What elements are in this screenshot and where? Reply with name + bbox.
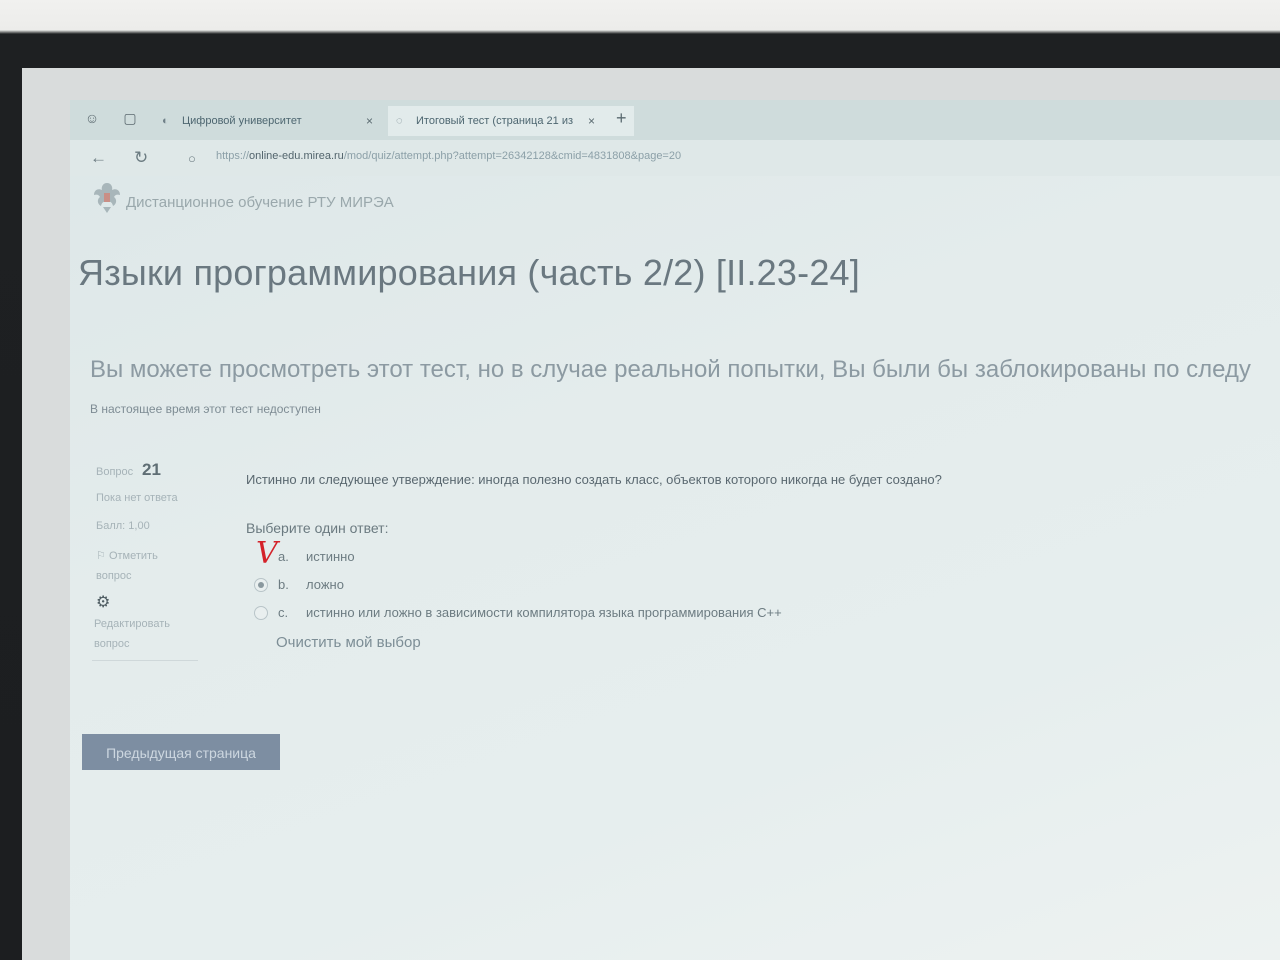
url-host: online-edu.mirea.ru	[249, 150, 344, 162]
close-tab-icon[interactable]: ×	[366, 106, 373, 136]
tab-favicon-icon: ◌	[396, 115, 403, 127]
previous-page-button[interactable]: Предыдущая страница	[82, 734, 280, 770]
option-letter: a.	[278, 549, 289, 564]
reload-icon[interactable]: ↻	[134, 148, 148, 168]
course-title: Языки программирования (часть 2/2) [II.2…	[78, 252, 860, 293]
question-number: 21	[142, 460, 161, 479]
site-name[interactable]: Дистанционное обучение РТУ МИРЭА	[126, 194, 394, 211]
site-info-icon[interactable]: ○	[188, 151, 196, 166]
answer-prompt: Выберите один ответ:	[246, 520, 389, 536]
divider	[92, 660, 198, 661]
tab-favicon-icon: ◐	[162, 115, 169, 127]
browser-window: ☺ ▢ ◐ Цифровой университет × ◌ Итоговый …	[70, 100, 1280, 960]
edit-question-link[interactable]: Редактировать вопрос	[94, 614, 204, 654]
tab-actions-icon[interactable]: ▢	[122, 110, 138, 126]
clear-choice-link[interactable]: Очистить мой выбор	[276, 634, 421, 651]
radio-button-selected[interactable]	[254, 578, 268, 592]
logo-eagle-icon[interactable]	[92, 180, 122, 214]
access-notice: Вы можете просмотреть этот тест, но в сл…	[90, 356, 1251, 383]
radio-button[interactable]	[254, 606, 268, 620]
tab-label: Цифровой университет	[182, 115, 302, 127]
flag-label: Отметить вопрос	[96, 550, 158, 582]
gear-icon[interactable]: ⚙	[96, 592, 110, 612]
option-letter: c.	[278, 605, 289, 620]
question-number-label: Вопрос	[96, 466, 134, 478]
question-text: Истинно ли следующее утверждение: иногда…	[246, 472, 942, 487]
tab-final-test[interactable]: ◌ Итоговый тест (страница 21 из ×	[388, 106, 634, 136]
flag-question-link[interactable]: ⚐ Отметить вопрос	[96, 546, 196, 586]
option-letter: b.	[278, 577, 289, 592]
close-tab-icon[interactable]: ×	[588, 106, 595, 136]
option-text: истинно или ложно в зависимости компилят…	[306, 605, 782, 620]
profile-icon[interactable]: ☺	[84, 110, 100, 126]
flag-icon: ⚐	[96, 550, 106, 562]
option-text: ложно	[306, 577, 344, 592]
url-path: /mod/quiz/attempt.php?attempt=26342128&c…	[343, 150, 682, 162]
address-bar: ← ↻ ○ https://online-edu.mirea.ru/mod/qu…	[70, 140, 1280, 176]
back-icon[interactable]: ←	[90, 148, 107, 168]
question-state: Пока нет ответа	[96, 492, 178, 504]
tab-bar: ☺ ▢ ◐ Цифровой университет × ◌ Итоговый …	[70, 100, 1280, 140]
tab-digital-university[interactable]: ◐ Цифровой университет ×	[154, 106, 412, 136]
url-prefix: https://	[216, 150, 250, 162]
access-notice-sub: В настоящее время этот тест недоступен	[90, 402, 321, 416]
new-tab-button[interactable]: +	[616, 108, 627, 129]
tab-label: Итоговый тест (страница 21 из	[416, 115, 574, 127]
question-mark: Балл: 1,00	[96, 520, 150, 532]
handwritten-check-mark: V	[256, 536, 278, 571]
url-field[interactable]: https://online-edu.mirea.ru/mod/quiz/att…	[216, 150, 681, 162]
option-text: истинно	[306, 549, 355, 564]
